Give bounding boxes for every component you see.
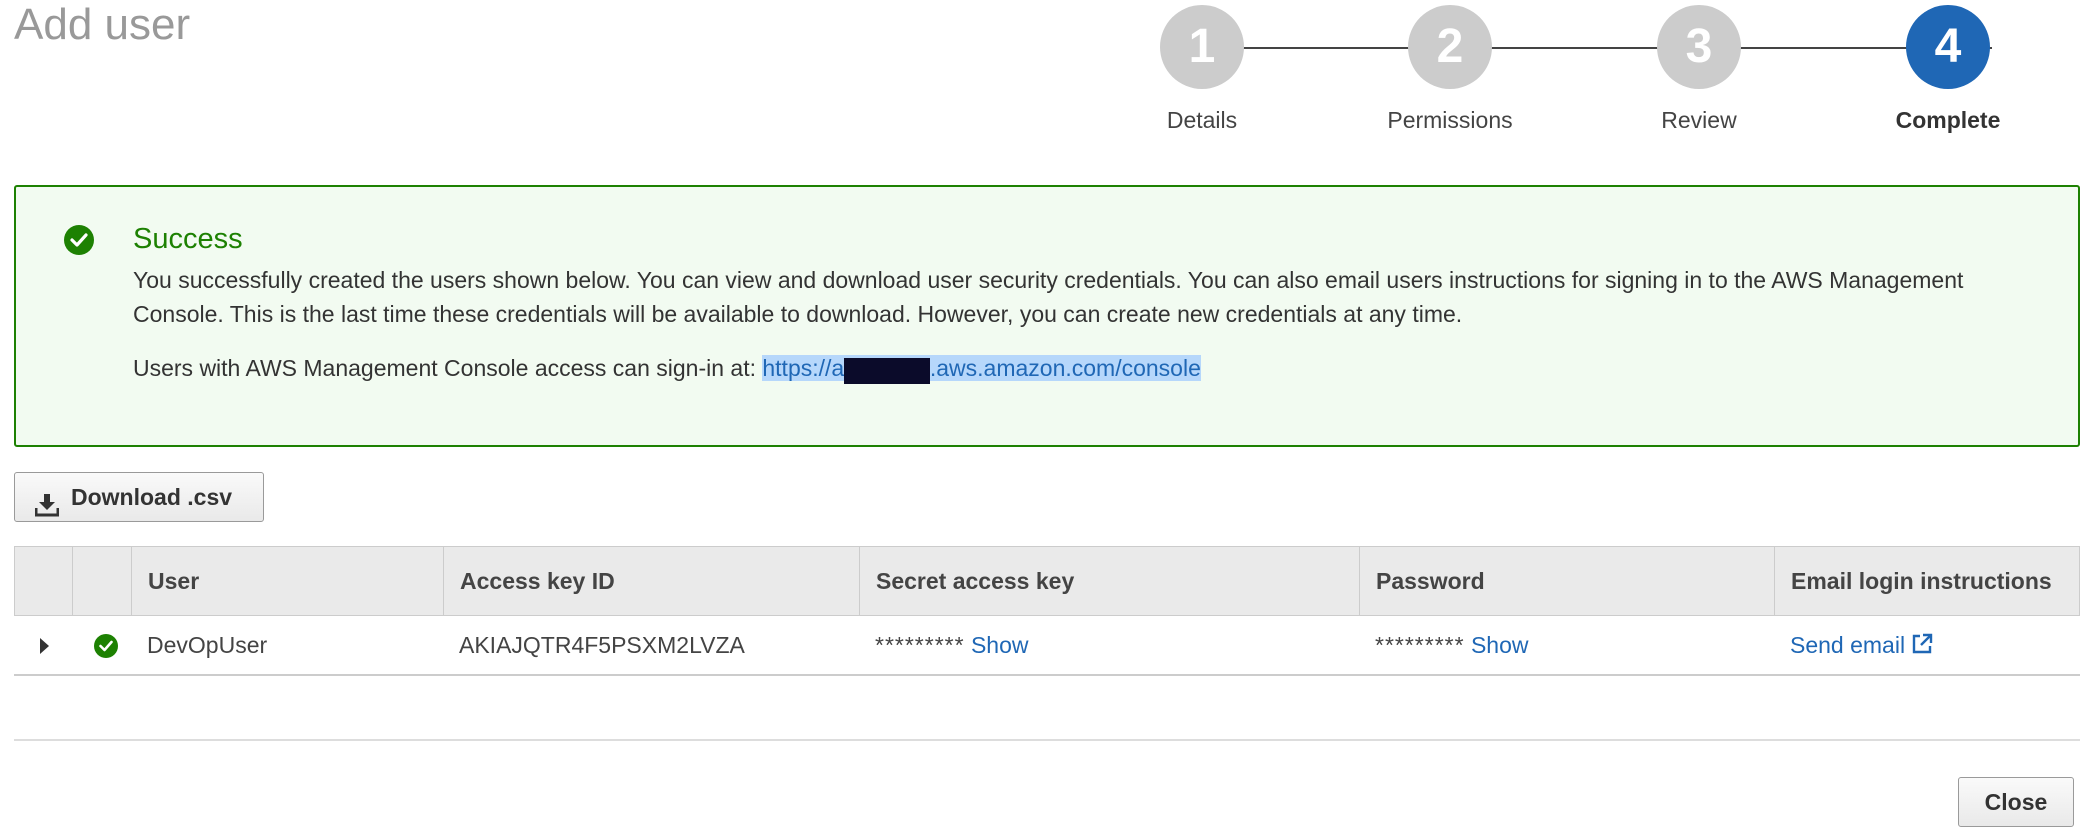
step-number: 4: [1906, 5, 1990, 89]
external-link-icon: [1911, 618, 1933, 676]
signin-url-text: https://a n.signin.aws.amazon.com/consol…: [762, 355, 1201, 381]
step-number: 1: [1160, 5, 1244, 89]
col-header-password: Password: [1360, 547, 1775, 615]
col-header-user: User: [132, 547, 444, 615]
table-row: DevOpUser AKIAJQTR4F5PSXM2LVZA *********…: [14, 616, 2080, 676]
step-permissions[interactable]: 2 Permissions: [1370, 5, 1530, 134]
col-header-access-key-id: Access key ID: [444, 547, 860, 615]
send-email-link[interactable]: Send email: [1790, 632, 1933, 658]
page-title: Add user: [14, 0, 191, 49]
show-password-link[interactable]: Show: [1471, 632, 1529, 658]
col-header-email-login: Email login instructions: [1791, 568, 2052, 594]
email-login-cell: Send email: [1774, 616, 2080, 674]
success-alert: Success You successfully created the use…: [14, 185, 2080, 447]
check-circle-icon: [94, 634, 118, 658]
users-table: User Access key ID Secret access key Pas…: [14, 546, 2080, 676]
step-label: Permissions: [1387, 107, 1513, 133]
close-button[interactable]: Close: [1958, 777, 2074, 827]
footer-divider: [14, 739, 2080, 741]
col-header-expand: [15, 547, 73, 615]
password-mask: *********: [1375, 632, 1465, 658]
col-header-status: [73, 547, 132, 615]
signin-line: Users with AWS Management Console access…: [133, 355, 1201, 384]
show-secret-link[interactable]: Show: [971, 632, 1029, 658]
download-csv-button[interactable]: Download .csv: [14, 472, 264, 522]
step-complete: 4 Complete: [1868, 5, 2028, 134]
step-number: 3: [1657, 5, 1741, 89]
success-message: You successfully created the users shown…: [133, 267, 1964, 327]
user-cell: DevOpUser: [147, 632, 268, 658]
row-status-cell: [72, 616, 131, 674]
step-details[interactable]: 1 Details: [1122, 5, 1282, 134]
table-header: User Access key ID Secret access key Pas…: [14, 546, 2080, 616]
download-csv-label: Download .csv: [71, 484, 233, 510]
send-email-label: Send email: [1790, 632, 1906, 658]
step-label: Review: [1661, 107, 1737, 133]
col-header-secret-access-key: Secret access key: [860, 547, 1360, 615]
access-key-id-cell: AKIAJQTR4F5PSXM2LVZA: [459, 632, 745, 658]
password-cell: ********* Show: [1359, 616, 1774, 674]
signin-url-link[interactable]: https://a n.signin.aws.amazon.com/consol…: [762, 355, 1201, 384]
wizard-stepper: 1 Details 2 Permissions 3 Review 4 Compl…: [1160, 5, 2040, 135]
signin-prefix: Users with AWS Management Console access…: [133, 355, 756, 381]
check-circle-icon: [64, 225, 94, 255]
success-title: Success: [133, 223, 243, 255]
secret-access-key-cell: ********* Show: [859, 616, 1359, 674]
redaction-bar: [844, 358, 931, 384]
step-number: 2: [1408, 5, 1492, 89]
download-icon: [34, 485, 60, 533]
step-label: Complete: [1895, 107, 2001, 133]
secret-mask: *********: [875, 632, 965, 658]
row-expand-toggle[interactable]: [14, 616, 72, 674]
step-review[interactable]: 3 Review: [1619, 5, 1779, 134]
step-label: Details: [1166, 107, 1238, 133]
caret-right-icon[interactable]: [40, 638, 49, 654]
